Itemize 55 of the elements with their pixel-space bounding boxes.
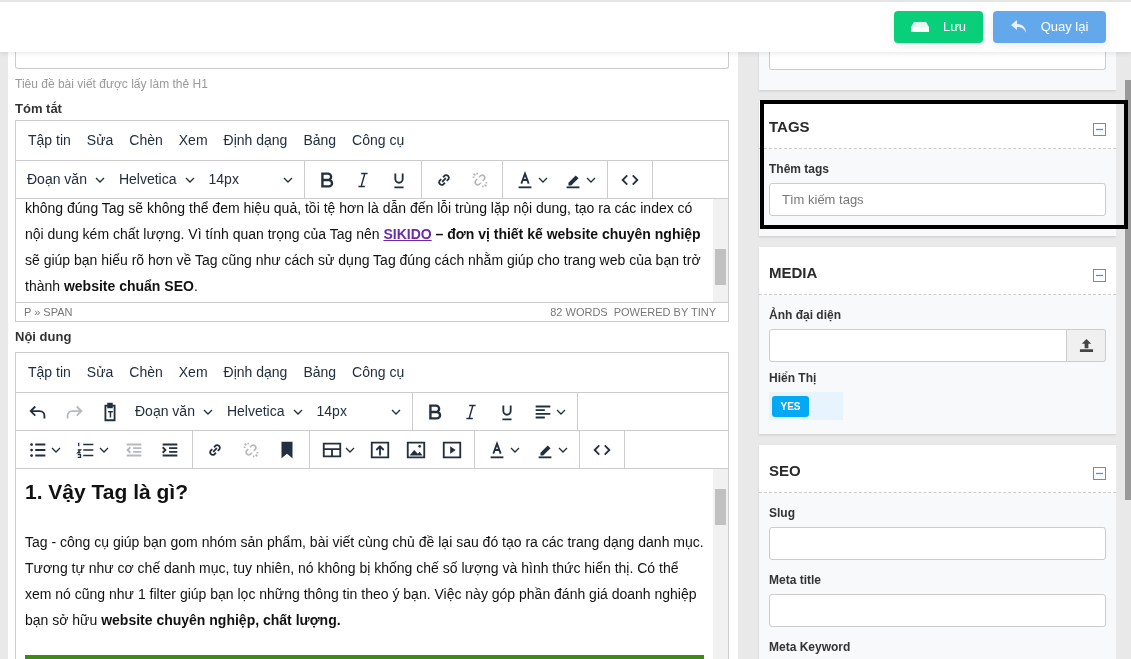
card-title: MEDIA	[769, 262, 818, 283]
powered-by-link[interactable]: POWERED BY TINY	[613, 303, 716, 321]
menu-item[interactable]: Bảng	[297, 125, 343, 156]
menu-item[interactable]: Định dạng	[217, 357, 294, 388]
drive-icon	[910, 22, 929, 32]
field-label: Meta title	[769, 572, 822, 589]
scrollbar-thumb[interactable]	[1125, 80, 1131, 500]
format-dropdown[interactable]: Helvetica	[112, 164, 201, 195]
scrollbar[interactable]	[713, 199, 728, 302]
link[interactable]: SIKIDO	[383, 226, 432, 242]
word-count: 82 WORDS	[550, 304, 608, 320]
title-field[interactable]	[15, 52, 729, 69]
menu-item[interactable]: Tập tin	[22, 125, 77, 156]
field-label: Thêm tags	[769, 161, 830, 178]
content-paragraph: Tag - công cụ giúp bạn gom nhóm sản phẩm, bài viết cùng chủ đề lại sau đó tạo ra các trang dạng danh mục. Tương tự như cơ chế danh mục, tuy nhiên, nó không bị khống chế số lượng và hình thức hiển thị. Có thể xem nó cũng như 1 filter giúp bạn lọc những thông tin theo ý bạn. Việc này góp phần đánh giá doanh nghiệp bạn sở hữu website chuyên nghiệp, chất lượng.	[25, 533, 704, 630]
field-label: Hiển Thị	[769, 370, 818, 387]
field-label: Tóm tắt	[15, 100, 63, 118]
menu-item[interactable]: Chèn	[123, 125, 169, 156]
menu-item[interactable]: Công cụ	[346, 125, 411, 156]
upload-icon	[1078, 338, 1094, 353]
format-dropdown[interactable]: 14px	[202, 164, 299, 195]
card-title: TAGS	[769, 116, 810, 137]
content-heading: 1. Vậy Tag là gì?	[25, 479, 189, 505]
field-label: Nội dung	[15, 327, 73, 346]
menu-item[interactable]: Xem	[172, 125, 214, 156]
format-dropdown[interactable]: Đoạn văn	[21, 164, 111, 195]
input-field[interactable]	[769, 527, 1106, 560]
menu-item[interactable]: Chèn	[123, 357, 169, 388]
format-dropdown[interactable]: Đoạn văn	[129, 396, 219, 427]
collapse-toggle[interactable]	[1093, 269, 1106, 282]
menu-item[interactable]: Xem	[172, 357, 214, 388]
menu-item[interactable]: Công cụ	[346, 357, 411, 388]
menu-item[interactable]: Định dạng	[217, 125, 294, 156]
search-field[interactable]	[769, 52, 1106, 70]
input-field[interactable]: Tìm kiếm tags	[769, 183, 1106, 216]
menu-item[interactable]: Sửa	[80, 125, 120, 156]
menu-item[interactable]: Sửa	[80, 357, 120, 388]
field-label: Meta Keyword	[769, 639, 852, 656]
collapse-toggle[interactable]	[1093, 123, 1106, 136]
collapse-toggle[interactable]	[1093, 467, 1106, 480]
field-hint: Tiêu đề bài viết được lấy làm thẻ H1	[15, 76, 209, 93]
menu-item[interactable]: Tập tin	[22, 357, 77, 388]
file-field[interactable]	[769, 329, 1067, 362]
input-field[interactable]	[769, 594, 1106, 627]
scrollbar[interactable]	[713, 469, 728, 659]
format-dropdown[interactable]: Helvetica	[220, 396, 309, 427]
format-dropdown[interactable]: 14px	[310, 396, 407, 427]
summary-paragraph: không đúng Tag sẽ không thể đem hiệu quả, tồi tệ hơn là dẫn đến lỗi trùng lặp nội dung, tạo ra các index có nội dung kém chất lượng. Vì tính quan trọng của Tag nên SIKIDO – đơn vị thiết kế website chuyên nghiệp sẽ giúp bạn hiểu rõ hơn về Tag cũng như cách sử dụng Tag đúng cách nhằm giúp cho trang web của bạn trở thành website chuẩn SEO.	[25, 199, 702, 296]
reply-arrow-icon	[1010, 20, 1027, 34]
field-label: Ảnh đại diện	[769, 306, 842, 324]
field-label: Slug	[769, 505, 796, 522]
upload-button[interactable]	[1067, 329, 1106, 362]
menu-item[interactable]: Bảng	[297, 357, 343, 388]
element-path: P » SPAN	[24, 304, 73, 320]
card-title: SEO	[769, 460, 801, 481]
